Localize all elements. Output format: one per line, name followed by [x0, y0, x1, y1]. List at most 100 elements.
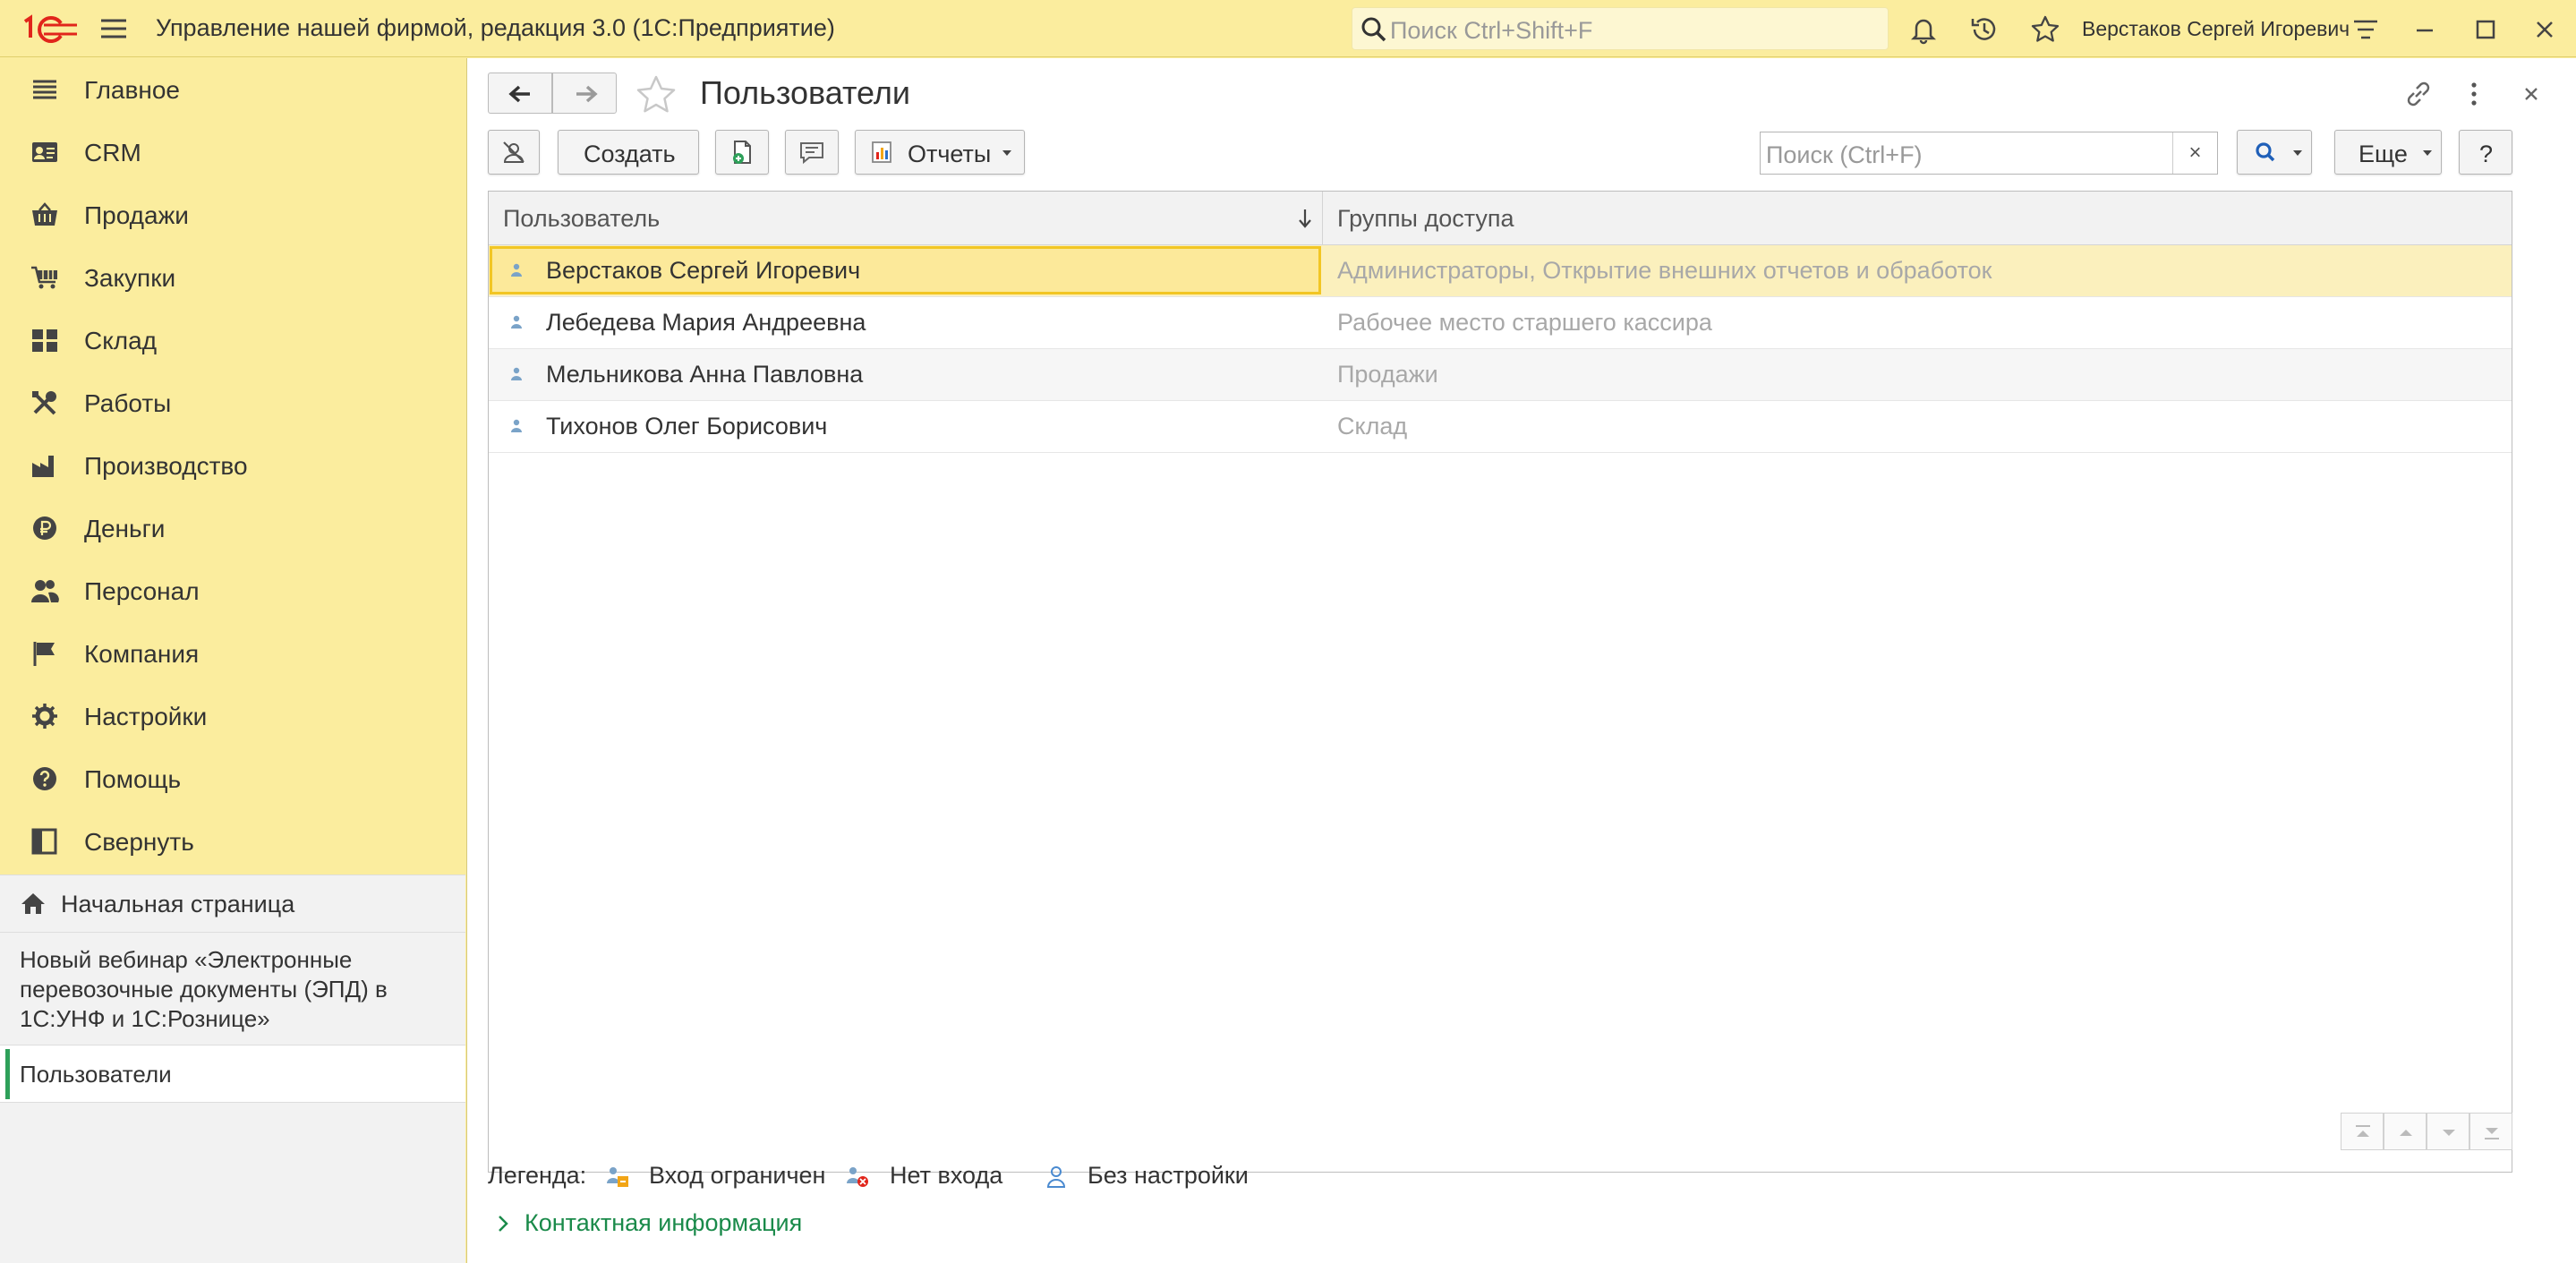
factory-icon [30, 452, 59, 479]
user-icon [510, 313, 523, 331]
help-button-label: ? [2479, 141, 2494, 167]
dropdown-caret-icon [2423, 150, 2432, 156]
user-name-cell: Верстаков Сергей Игоревич [546, 257, 861, 284]
user-icon [510, 417, 523, 435]
sidebar-item-label: Персонал [84, 577, 200, 605]
sidebar-item-label: CRM [84, 139, 141, 166]
sidebar-item-label: Компания [84, 640, 200, 668]
sort-descending-icon[interactable] [1294, 206, 1316, 231]
table-row[interactable]: Верстаков Сергей Игоревич Администраторы… [489, 245, 2512, 297]
add-to-favorites-icon[interactable] [634, 73, 678, 116]
sidebar-item-sales[interactable]: Продажи [0, 183, 465, 246]
sidebar-item-label: Закупки [84, 264, 176, 292]
notifications-bell-icon[interactable] [1908, 14, 1939, 45]
user-name-cell: Тихонов Олег Борисович [546, 413, 828, 439]
page-title: Пользователи [700, 74, 910, 111]
close-form-icon[interactable] [2513, 76, 2549, 112]
settings-menu-icon[interactable] [2350, 14, 2381, 45]
search-icon [2252, 139, 2279, 166]
menu-list-icon [30, 76, 59, 103]
more-actions-icon[interactable] [2456, 76, 2492, 112]
no-login-icon [844, 1164, 871, 1190]
reports-button-label: Отчеты [908, 141, 992, 167]
form-search-placeholder: Поиск (Ctrl+F) [1766, 141, 1923, 168]
create-button-label: Создать [584, 141, 676, 167]
scroll-down-button[interactable] [2427, 1113, 2469, 1150]
back-button[interactable] [488, 73, 552, 114]
sidebar-item-collapse[interactable]: Свернуть [0, 810, 465, 873]
ruble-coin-icon [30, 515, 59, 542]
message-icon [798, 139, 825, 166]
current-user-name[interactable]: Верстаков Сергей Игоревич [2082, 17, 2350, 41]
send-message-button[interactable] [785, 130, 839, 175]
sidebar-item-purchases[interactable]: Закупки [0, 246, 465, 309]
maximize-icon[interactable] [2470, 14, 2501, 45]
global-search-input[interactable]: Поиск Ctrl+Shift+F [1352, 7, 1889, 50]
sidebar-item-label: Продажи [84, 201, 189, 229]
sidebar-item-crm[interactable]: CRM [0, 121, 465, 183]
sidebar-item-company[interactable]: Компания [0, 622, 465, 685]
users-table[interactable]: Пользователь Группы доступа Верстаков Се… [488, 191, 2512, 1173]
sidebar-item-works[interactable]: Работы [0, 371, 465, 434]
report-chart-icon [868, 139, 895, 166]
forward-button[interactable] [552, 73, 617, 114]
news-announcement[interactable]: Новый вебинар «Электронные перевозочные … [0, 933, 465, 1045]
scroll-to-bottom-button[interactable] [2469, 1113, 2512, 1150]
main-menu-icon[interactable] [98, 16, 129, 41]
cart-icon [30, 264, 59, 291]
search-options-button[interactable] [2237, 130, 2312, 175]
user-icon [510, 365, 523, 383]
favorites-star-icon[interactable] [2030, 14, 2060, 45]
sidebar-item-label: Настройки [84, 703, 208, 730]
open-window-label: Пользователи [20, 1061, 172, 1088]
sidebar-item-main[interactable]: Главное [0, 58, 465, 121]
legend-not-configured: Без настройки [1088, 1162, 1249, 1189]
clear-search-button[interactable]: × [2172, 132, 2217, 174]
user-hidden-icon [500, 139, 527, 166]
history-icon[interactable] [1969, 14, 2000, 45]
minimize-icon[interactable] [2410, 14, 2440, 45]
sidebar-item-money[interactable]: Деньги [0, 497, 465, 559]
column-header-user[interactable]: Пользователь [489, 192, 1322, 245]
contact-info-label: Контактная информация [525, 1209, 803, 1236]
home-page-link[interactable]: Начальная страница [0, 875, 465, 933]
column-header-access-groups[interactable]: Группы доступа [1323, 192, 2512, 245]
collapse-panel-icon [30, 828, 59, 855]
access-groups-cell: Склад [1337, 413, 1408, 439]
table-row[interactable]: Лебедева Мария Андреевна Рабочее место с… [489, 297, 2512, 349]
create-button[interactable]: Создать [558, 130, 699, 175]
sidebar-item-personnel[interactable]: Персонал [0, 559, 465, 622]
sidebar-item-help[interactable]: Помощь [0, 747, 465, 810]
more-button[interactable]: Еще [2334, 130, 2442, 175]
help-button[interactable]: ? [2459, 130, 2512, 175]
reports-button[interactable]: Отчеты [855, 130, 1025, 175]
table-row[interactable]: Тихонов Олег Борисович Склад [489, 401, 2512, 453]
close-window-icon[interactable] [2529, 14, 2560, 45]
sidebar-item-label: Свернуть [84, 828, 194, 856]
user-name-cell: Мельникова Анна Павловна [546, 361, 864, 388]
help-icon [30, 765, 59, 792]
sidebar-item-label: Деньги [84, 515, 166, 542]
access-groups-cell: Продажи [1337, 361, 1438, 388]
sidebar-item-label: Производство [84, 452, 248, 480]
users-form: Пользователи Создать Отчеты Поиск (Ctrl+… [466, 58, 2576, 1263]
sections-panel: Главное CRM Продажи Закупки Склад Работы [0, 58, 465, 875]
form-search-input[interactable]: Поиск (Ctrl+F) × [1760, 132, 2218, 175]
table-row[interactable]: Мельникова Анна Павловна Продажи [489, 349, 2512, 401]
open-window-users[interactable]: Пользователи [0, 1045, 465, 1103]
search-icon [1360, 15, 1388, 44]
flag-icon [30, 640, 59, 667]
active-window-marker [5, 1049, 10, 1099]
sidebar-item-label: Склад [84, 327, 158, 354]
sidebar-item-production[interactable]: Производство [0, 434, 465, 497]
sidebar-item-settings[interactable]: Настройки [0, 685, 465, 747]
show-invalid-button[interactable] [488, 130, 540, 175]
table-scroll-buttons [2341, 1113, 2512, 1150]
link-icon[interactable] [2401, 76, 2436, 112]
access-groups-cell: Рабочее место старшего кассира [1337, 309, 1712, 336]
scroll-to-top-button[interactable] [2341, 1113, 2384, 1150]
scroll-up-button[interactable] [2384, 1113, 2427, 1150]
sidebar-item-warehouse[interactable]: Склад [0, 309, 465, 371]
access-groups-cell: Администраторы, Открытие внешних отчетов… [1337, 257, 1992, 284]
create-copy-button[interactable] [715, 130, 769, 175]
